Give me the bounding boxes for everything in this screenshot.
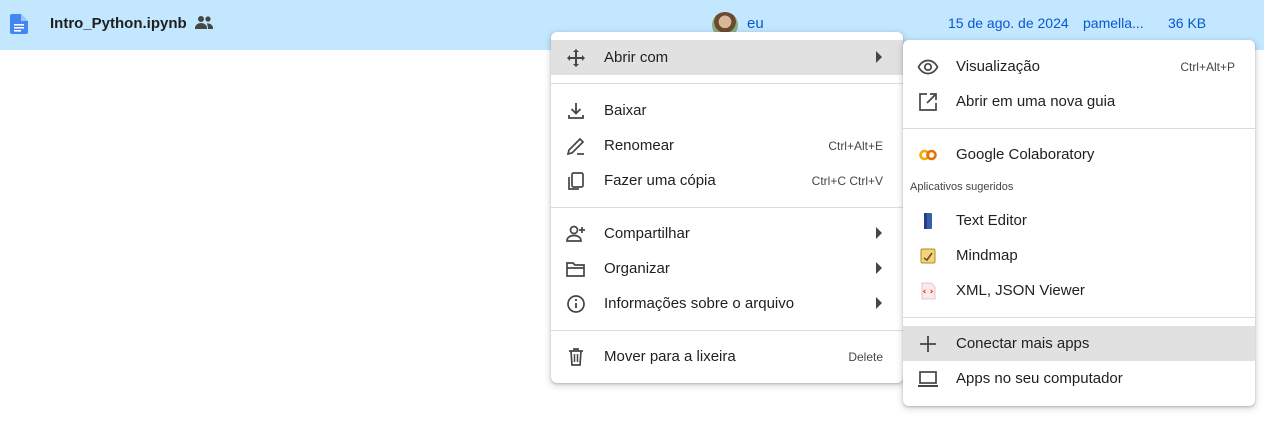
menu-item-mindmap[interactable]: Mindmap [903,238,1255,273]
menu-item-label: Abrir em uma nova guia [956,93,1116,110]
menu-item-preview[interactable]: Visualização Ctrl+Alt+P [903,49,1255,84]
shortcut-hint: Ctrl+Alt+E [828,139,883,153]
chevron-right-icon [876,51,882,63]
shared-people-icon [195,16,213,29]
menu-item-connect-more-apps[interactable]: Conectar mais apps [903,326,1255,361]
open-in-new-icon [919,93,937,111]
menu-item-label: Apps no seu computador [956,370,1123,387]
menu-item-xml-json-viewer[interactable]: XML, JSON Viewer [903,273,1255,308]
file-name[interactable]: Intro_Python.ipynb [50,15,187,32]
menu-divider [551,330,903,331]
suggested-apps-header: Aplicativos sugeridos [910,181,1014,193]
laptop-icon [918,371,938,387]
menu-item-apps-on-computer[interactable]: Apps no seu computador [903,361,1255,396]
menu-item-label: Fazer uma cópia [604,172,716,189]
chevron-right-icon [876,227,882,239]
menu-item-move-to-trash[interactable]: Mover para a lixeira Delete [551,339,903,374]
copy-icon [568,172,584,190]
menu-item-google-colaboratory[interactable]: Google Colaboratory [903,137,1255,172]
file-context-menu: Abrir com Baixar Renomear Ctrl+Alt+E Faz… [551,32,903,383]
plus-icon [920,336,936,352]
menu-item-organize[interactable]: Organizar [551,251,903,286]
modified-by: pamella... [1083,15,1144,31]
menu-item-download[interactable]: Baixar [551,93,903,128]
menu-item-rename[interactable]: Renomear Ctrl+Alt+E [551,128,903,163]
chevron-right-icon [876,297,882,309]
shortcut-hint: Ctrl+Alt+P [1180,60,1235,74]
menu-item-label: Abrir com [604,49,669,66]
menu-item-file-info[interactable]: Informações sobre o arquivo [551,286,903,321]
menu-divider [903,317,1255,318]
add-person-icon [566,225,585,242]
menu-item-open-new-tab[interactable]: Abrir em uma nova guia [903,84,1255,119]
trash-icon [569,348,583,366]
menu-item-label: Conectar mais apps [956,335,1090,352]
menu-item-label: Mover para a lixeira [604,348,736,365]
menu-divider [903,128,1255,129]
shortcut-hint: Delete [848,350,883,364]
download-icon [568,103,584,119]
menu-item-label: Mindmap [956,247,1018,264]
eye-icon [917,59,939,75]
menu-item-label: Baixar [604,102,647,119]
shortcut-hint: Ctrl+C Ctrl+V [811,174,883,188]
pencil-icon [566,137,585,156]
menu-item-label: Visualização [956,58,1040,75]
mindmap-app-icon [920,248,936,264]
menu-item-label: Informações sobre o arquivo [604,295,795,312]
menu-item-label: Renomear [604,137,675,154]
open-with-submenu: Visualização Ctrl+Alt+P Abrir em uma nov… [903,40,1255,406]
document-icon [10,14,28,34]
move-arrows-icon [567,49,585,67]
menu-item-share[interactable]: Compartilhar [551,216,903,251]
menu-divider [551,207,903,208]
menu-item-label: Text Editor [956,212,1027,229]
info-icon [567,295,585,313]
file-size: 36 KB [1168,15,1207,31]
xml-json-viewer-app-icon [921,282,936,300]
colab-logo-icon [919,149,937,161]
menu-item-label: XML, JSON Viewer [956,282,1085,299]
modified-date: 15 de ago. de 2024 [948,15,1069,31]
chevron-right-icon [876,262,882,274]
menu-item-make-copy[interactable]: Fazer uma cópia Ctrl+C Ctrl+V [551,163,903,198]
menu-item-label: Compartilhar [604,225,690,242]
owner-name: eu [747,15,764,32]
menu-item-label: Google Colaboratory [956,146,1095,163]
folder-open-icon [566,262,585,277]
menu-item-text-editor[interactable]: Text Editor [903,203,1255,238]
text-editor-app-icon [924,213,932,229]
menu-item-open-with[interactable]: Abrir com [551,40,903,75]
menu-item-label: Organizar [604,260,670,277]
menu-divider [551,83,903,84]
